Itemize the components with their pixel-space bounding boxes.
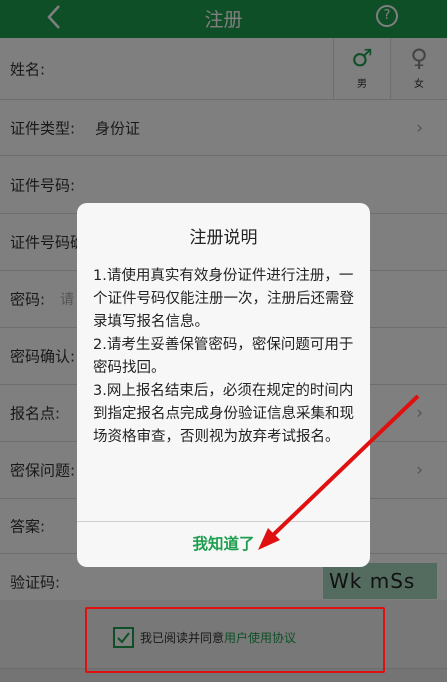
annotation-arrow-icon: [258, 394, 420, 550]
